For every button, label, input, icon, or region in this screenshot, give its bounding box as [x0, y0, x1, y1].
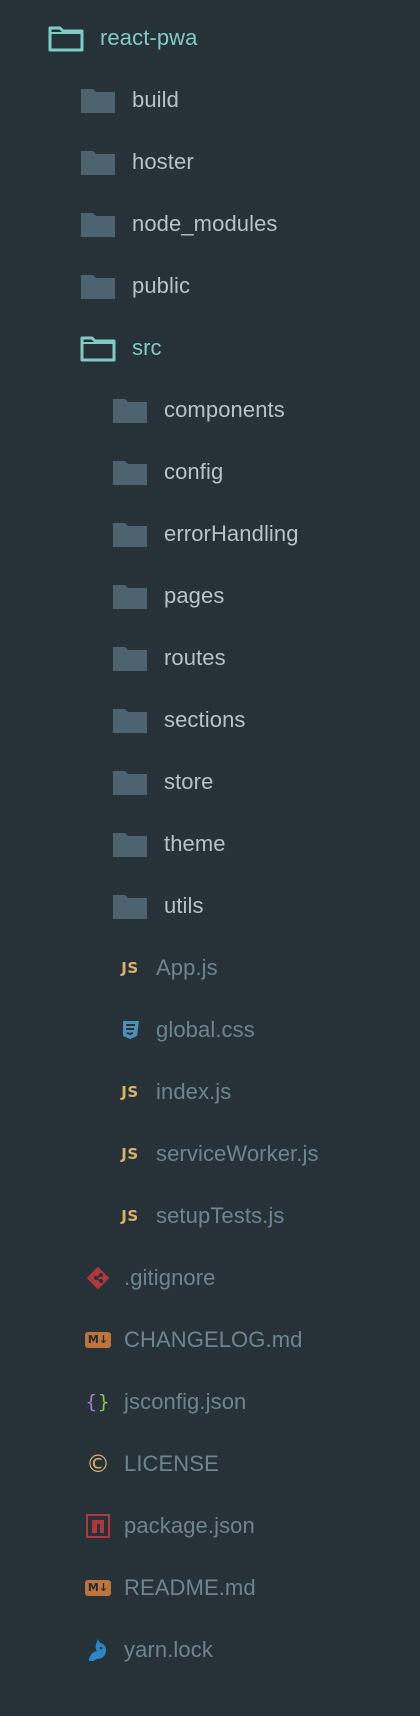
tree-item-serviceworker-js[interactable]: JS serviceWorker.js [0, 1123, 420, 1185]
tree-item-label: errorHandling [164, 521, 299, 546]
tree-item-label: src [132, 335, 162, 360]
tree-item-label: setupTests.js [156, 1203, 285, 1228]
js-file-icon: JS [112, 954, 148, 982]
folder-icon [112, 520, 148, 548]
tree-item-store[interactable]: store [0, 751, 420, 813]
tree-item-app-js[interactable]: JS App.js [0, 937, 420, 999]
tree-item-pages[interactable]: pages [0, 565, 420, 627]
tree-item-react-pwa[interactable]: react-pwa [0, 7, 420, 69]
tree-item-label: jsconfig.json [124, 1389, 247, 1414]
folder-icon [80, 148, 116, 176]
license-glyph: © [86, 1450, 110, 1478]
folder-icon [80, 210, 116, 238]
tree-item-readme-md[interactable]: M↓ README.md [0, 1557, 420, 1619]
npm-file-icon [80, 1512, 116, 1540]
tree-item-theme[interactable]: theme [0, 813, 420, 875]
tree-item-label: README.md [124, 1575, 256, 1600]
folder-icon [112, 458, 148, 486]
tree-item-label: build [132, 87, 179, 112]
folder-icon [112, 582, 148, 610]
tree-item-errorhandling[interactable]: errorHandling [0, 503, 420, 565]
json-glyph: {} [85, 1391, 111, 1413]
tree-item-label: yarn.lock [124, 1637, 213, 1662]
tree-item-label: global.css [156, 1017, 255, 1042]
markdown-file-icon: M↓ [80, 1326, 116, 1354]
tree-item-label: serviceWorker.js [156, 1141, 319, 1166]
css-file-icon [112, 1016, 148, 1044]
folder-icon [112, 768, 148, 796]
js-file-icon: JS [112, 1078, 148, 1106]
tree-item-node-modules[interactable]: node_modules [0, 193, 420, 255]
folder-icon [80, 272, 116, 300]
js-glyph: JS [121, 1207, 139, 1225]
tree-item-jsconfig-json[interactable]: {} jsconfig.json [0, 1371, 420, 1433]
tree-item-license[interactable]: © LICENSE [0, 1433, 420, 1495]
tree-item-label: public [132, 273, 191, 298]
tree-item-src[interactable]: src [0, 317, 420, 379]
json-file-icon: {} [80, 1388, 116, 1416]
tree-item-config[interactable]: config [0, 441, 420, 503]
markdown-glyph: M↓ [84, 1580, 112, 1596]
folder-icon [112, 396, 148, 424]
tree-item-label: sections [164, 707, 246, 732]
tree-item-label: config [164, 459, 224, 484]
markdown-file-icon: M↓ [80, 1574, 116, 1602]
tree-item-routes[interactable]: routes [0, 627, 420, 689]
tree-item-label: App.js [156, 955, 218, 980]
tree-item-label: hoster [132, 149, 194, 174]
tree-item-yarn-lock[interactable]: yarn.lock [0, 1619, 420, 1681]
file-explorer-tree: react-pwa build hoster node_modules publ… [0, 0, 420, 1716]
tree-item-label: routes [164, 645, 226, 670]
tree-item-sections[interactable]: sections [0, 689, 420, 751]
folder-icon [80, 86, 116, 114]
tree-item-package-json[interactable]: package.json [0, 1495, 420, 1557]
js-glyph: JS [121, 959, 139, 977]
tree-item-label: LICENSE [124, 1451, 219, 1476]
js-glyph: JS [121, 1083, 139, 1101]
tree-item-gitignore[interactable]: .gitignore [0, 1247, 420, 1309]
tree-item-hoster[interactable]: hoster [0, 131, 420, 193]
tree-item-build[interactable]: build [0, 69, 420, 131]
tree-item-label: index.js [156, 1079, 232, 1104]
js-file-icon: JS [112, 1202, 148, 1230]
tree-item-label: react-pwa [100, 25, 198, 50]
yarn-file-icon [80, 1636, 116, 1664]
tree-item-global-css[interactable]: global.css [0, 999, 420, 1061]
tree-item-label: utils [164, 893, 204, 918]
js-file-icon: JS [112, 1140, 148, 1168]
tree-item-utils[interactable]: utils [0, 875, 420, 937]
tree-item-public[interactable]: public [0, 255, 420, 317]
tree-item-label: store [164, 769, 214, 794]
folder-open-icon [48, 24, 84, 52]
tree-item-changelog-md[interactable]: M↓ CHANGELOG.md [0, 1309, 420, 1371]
markdown-glyph: M↓ [84, 1332, 112, 1348]
tree-item-label: CHANGELOG.md [124, 1327, 303, 1352]
tree-item-index-js[interactable]: JS index.js [0, 1061, 420, 1123]
tree-item-label: theme [164, 831, 226, 856]
tree-item-label: package.json [124, 1513, 255, 1538]
folder-icon [112, 644, 148, 672]
tree-item-label: .gitignore [124, 1265, 216, 1290]
js-glyph: JS [121, 1145, 139, 1163]
git-file-icon [80, 1264, 116, 1292]
tree-item-label: components [164, 397, 285, 422]
tree-item-label: node_modules [132, 211, 278, 236]
tree-item-setuptests-js[interactable]: JS setupTests.js [0, 1185, 420, 1247]
tree-item-label: pages [164, 583, 225, 608]
license-file-icon: © [80, 1450, 116, 1478]
folder-icon [112, 706, 148, 734]
folder-icon [112, 892, 148, 920]
folder-icon [112, 830, 148, 858]
tree-item-components[interactable]: components [0, 379, 420, 441]
folder-open-icon [80, 334, 116, 362]
